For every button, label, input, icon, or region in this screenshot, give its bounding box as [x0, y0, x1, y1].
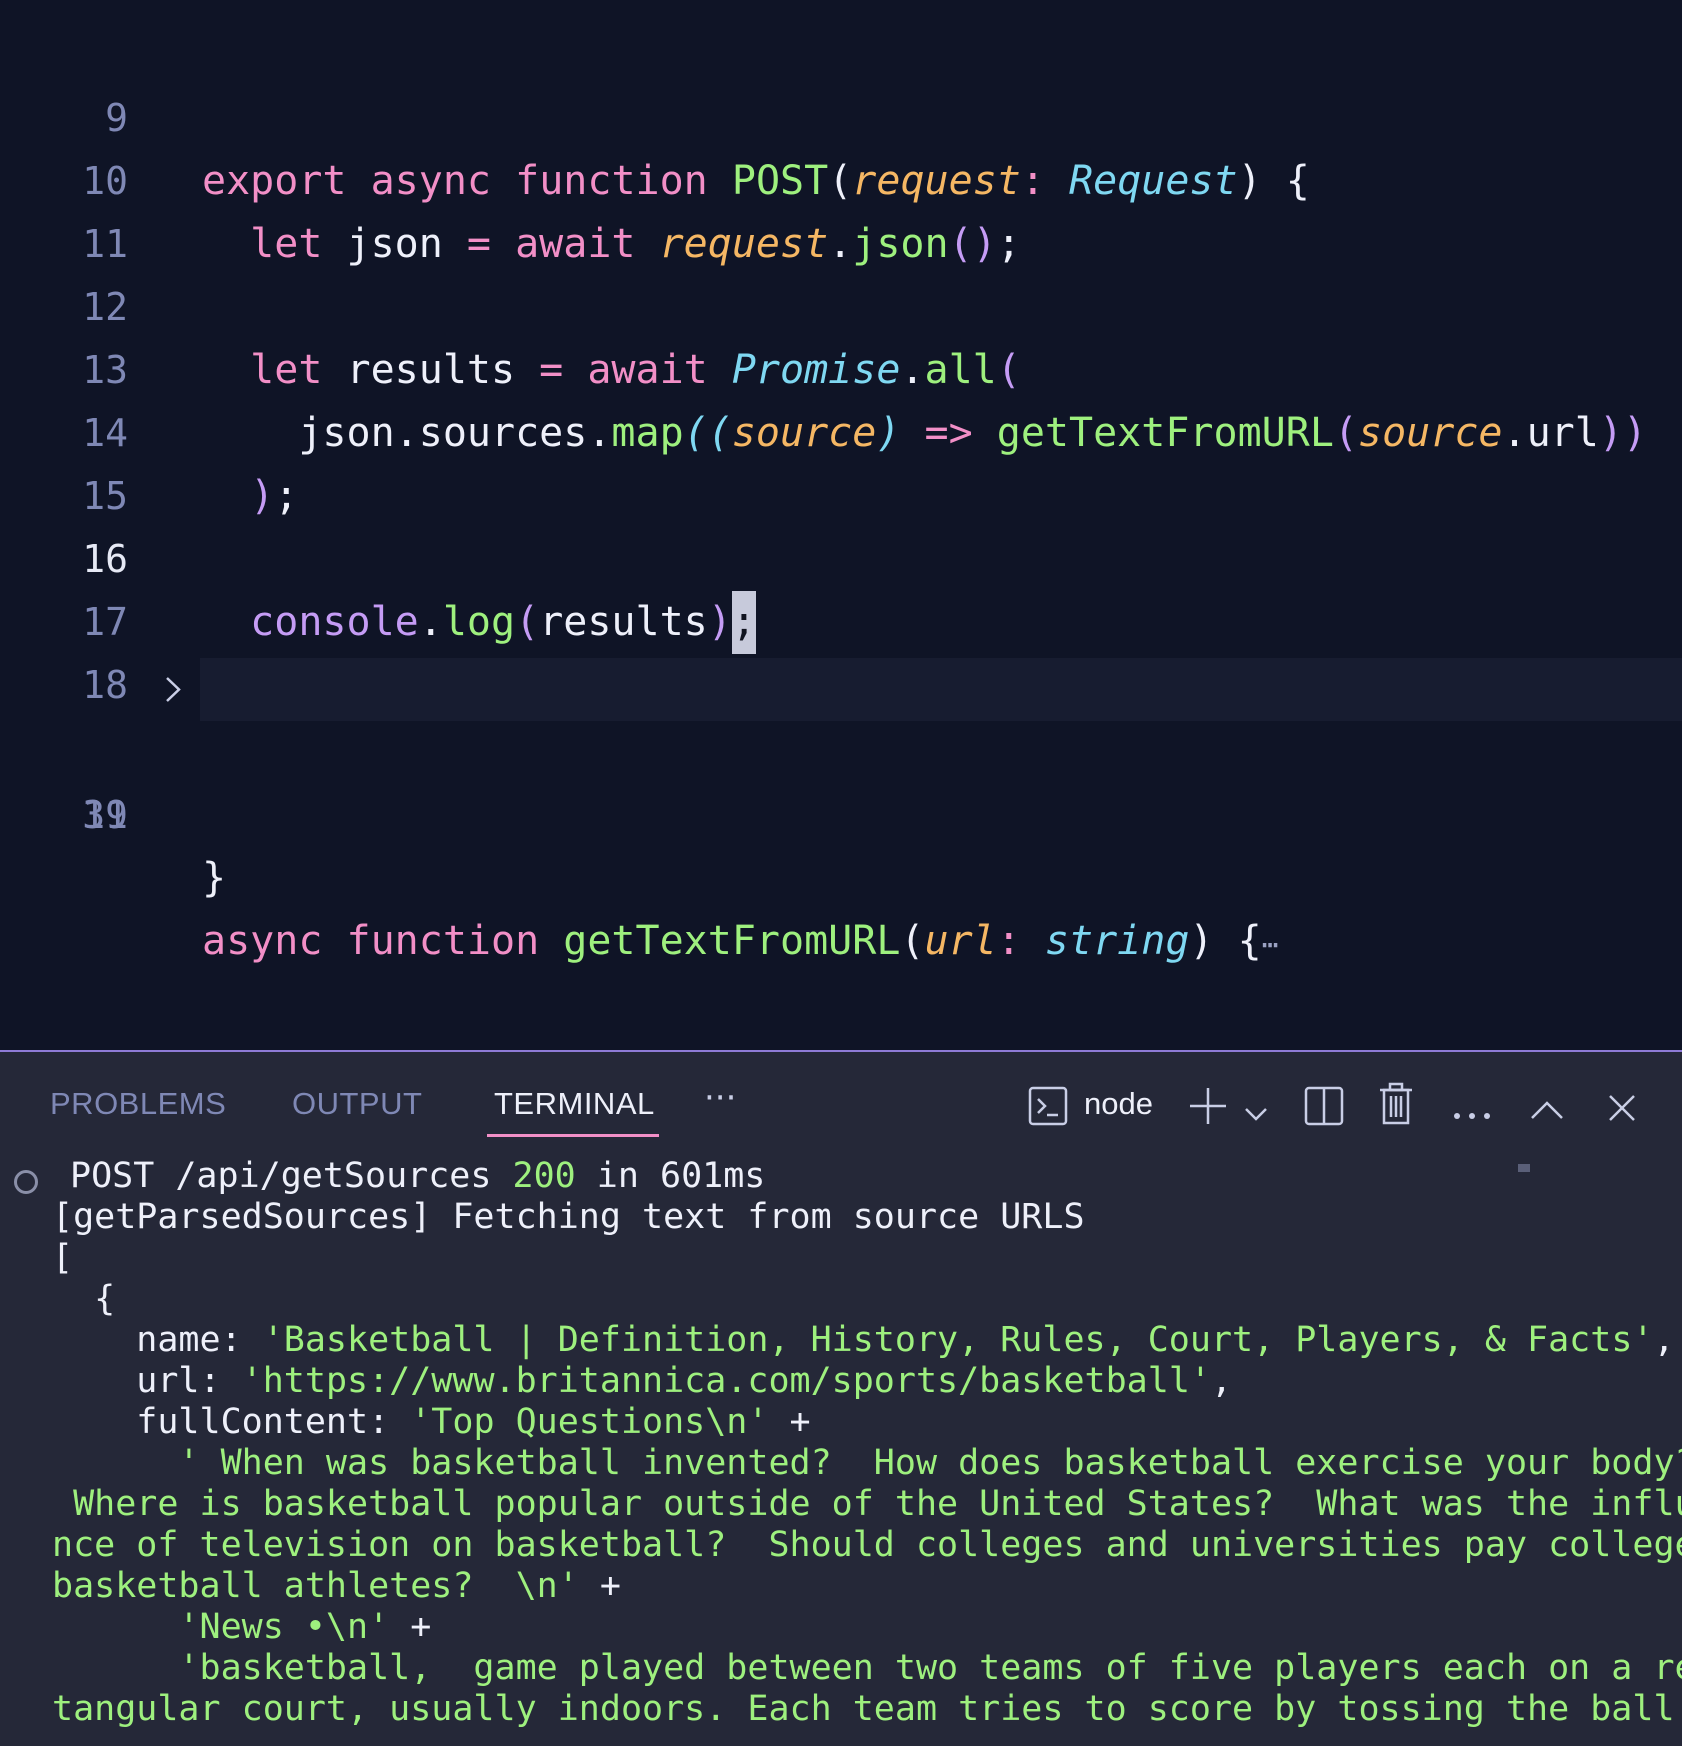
code-editor[interactable]: 9 export async function POST(request: Re…: [0, 0, 1682, 1050]
close-icon[interactable]: [1608, 1086, 1636, 1130]
code-line[interactable]: 15: [0, 402, 1682, 518]
command-status-circle-icon: [14, 1170, 38, 1194]
code-line[interactable]: 17 }: [0, 528, 1682, 708]
tab-output[interactable]: OUTPUT: [292, 1084, 422, 1124]
terminal-name[interactable]: node: [1084, 1086, 1153, 1122]
terminal-line: basketball athletes? \n' +: [52, 1566, 621, 1606]
plus-icon[interactable]: [1188, 1084, 1228, 1128]
more-icon[interactable]: [1452, 1094, 1492, 1138]
terminal-icon[interactable]: [1028, 1084, 1068, 1128]
code-line[interactable]: 10 let json = await request.json();: [0, 87, 1682, 267]
active-tab-indicator: [487, 1134, 659, 1137]
terminal-line: tangular court, usually indoors. Each te…: [52, 1689, 1682, 1729]
terminal-line: url: 'https://www.britannica.com/sports/…: [52, 1361, 1233, 1401]
trash-icon[interactable]: [1378, 1082, 1414, 1126]
bottom-panel: PROBLEMS OUTPUT TERMINAL ··· node POST /…: [0, 1050, 1682, 1746]
tab-terminal[interactable]: TERMINAL: [494, 1084, 655, 1124]
code-line-current[interactable]: 16 console.log(results);: [0, 465, 1682, 654]
terminal-line: 'News •\n' +: [52, 1607, 432, 1647]
panel-tab-bar: PROBLEMS OUTPUT TERMINAL ··· node: [0, 1052, 1682, 1152]
tab-problems[interactable]: PROBLEMS: [50, 1084, 226, 1124]
chevron-down-icon[interactable]: [1244, 1092, 1268, 1136]
code-line[interactable]: 13 json.sources.map((source) => getTextF…: [0, 276, 1682, 456]
terminal-line: POST /api/getSources 200 in 601ms: [70, 1156, 766, 1196]
line-number: 31: [82, 793, 128, 837]
code-line[interactable]: 18: [0, 591, 1682, 707]
maximize-panel-icon[interactable]: [1530, 1088, 1564, 1132]
terminal-line: fullContent: 'Top Questions\n' +: [52, 1402, 811, 1442]
code-text: }: [202, 855, 227, 901]
code-line[interactable]: 31 }: [0, 721, 1682, 901]
terminal-output[interactable]: POST /api/getSources 200 in 601ms [getPa…: [0, 1152, 1682, 1746]
terminal-line: nce of television on basketball? Should …: [52, 1525, 1682, 1565]
code-line[interactable]: 14 );: [0, 339, 1682, 519]
terminal-line: name: 'Basketball | Definition, History,…: [52, 1320, 1675, 1360]
tabs-more-icon[interactable]: ···: [704, 1078, 736, 1118]
code-text: async function getTextFromURL(url: strin…: [202, 918, 1279, 964]
terminal-line: [getParsedSources] Fetching text from so…: [52, 1197, 1085, 1237]
terminal-line: 'basketball, game played between two tea…: [52, 1648, 1682, 1688]
terminal-scrollbar[interactable]: [1518, 1164, 1530, 1172]
code-line[interactable]: 9 export async function POST(request: Re…: [0, 24, 1682, 204]
terminal-line: Where is basketball popular outside of t…: [52, 1484, 1682, 1524]
folded-ellipsis-icon[interactable]: ⋯: [1262, 928, 1279, 961]
code-line[interactable]: 12 let results = await Promise.all(: [0, 213, 1682, 393]
terminal-line: {: [52, 1279, 116, 1319]
fold-chevron-right-icon[interactable]: [162, 658, 184, 721]
code-line-folded[interactable]: 19 async function getTextFromURL(url: st…: [0, 658, 1682, 964]
folded-region-highlight: [200, 658, 1682, 721]
split-terminal-icon[interactable]: [1304, 1084, 1344, 1128]
code-line[interactable]: 11: [0, 150, 1682, 266]
terminal-line: [: [52, 1238, 74, 1278]
terminal-line: ' When was basketball invented? How does…: [52, 1443, 1682, 1483]
